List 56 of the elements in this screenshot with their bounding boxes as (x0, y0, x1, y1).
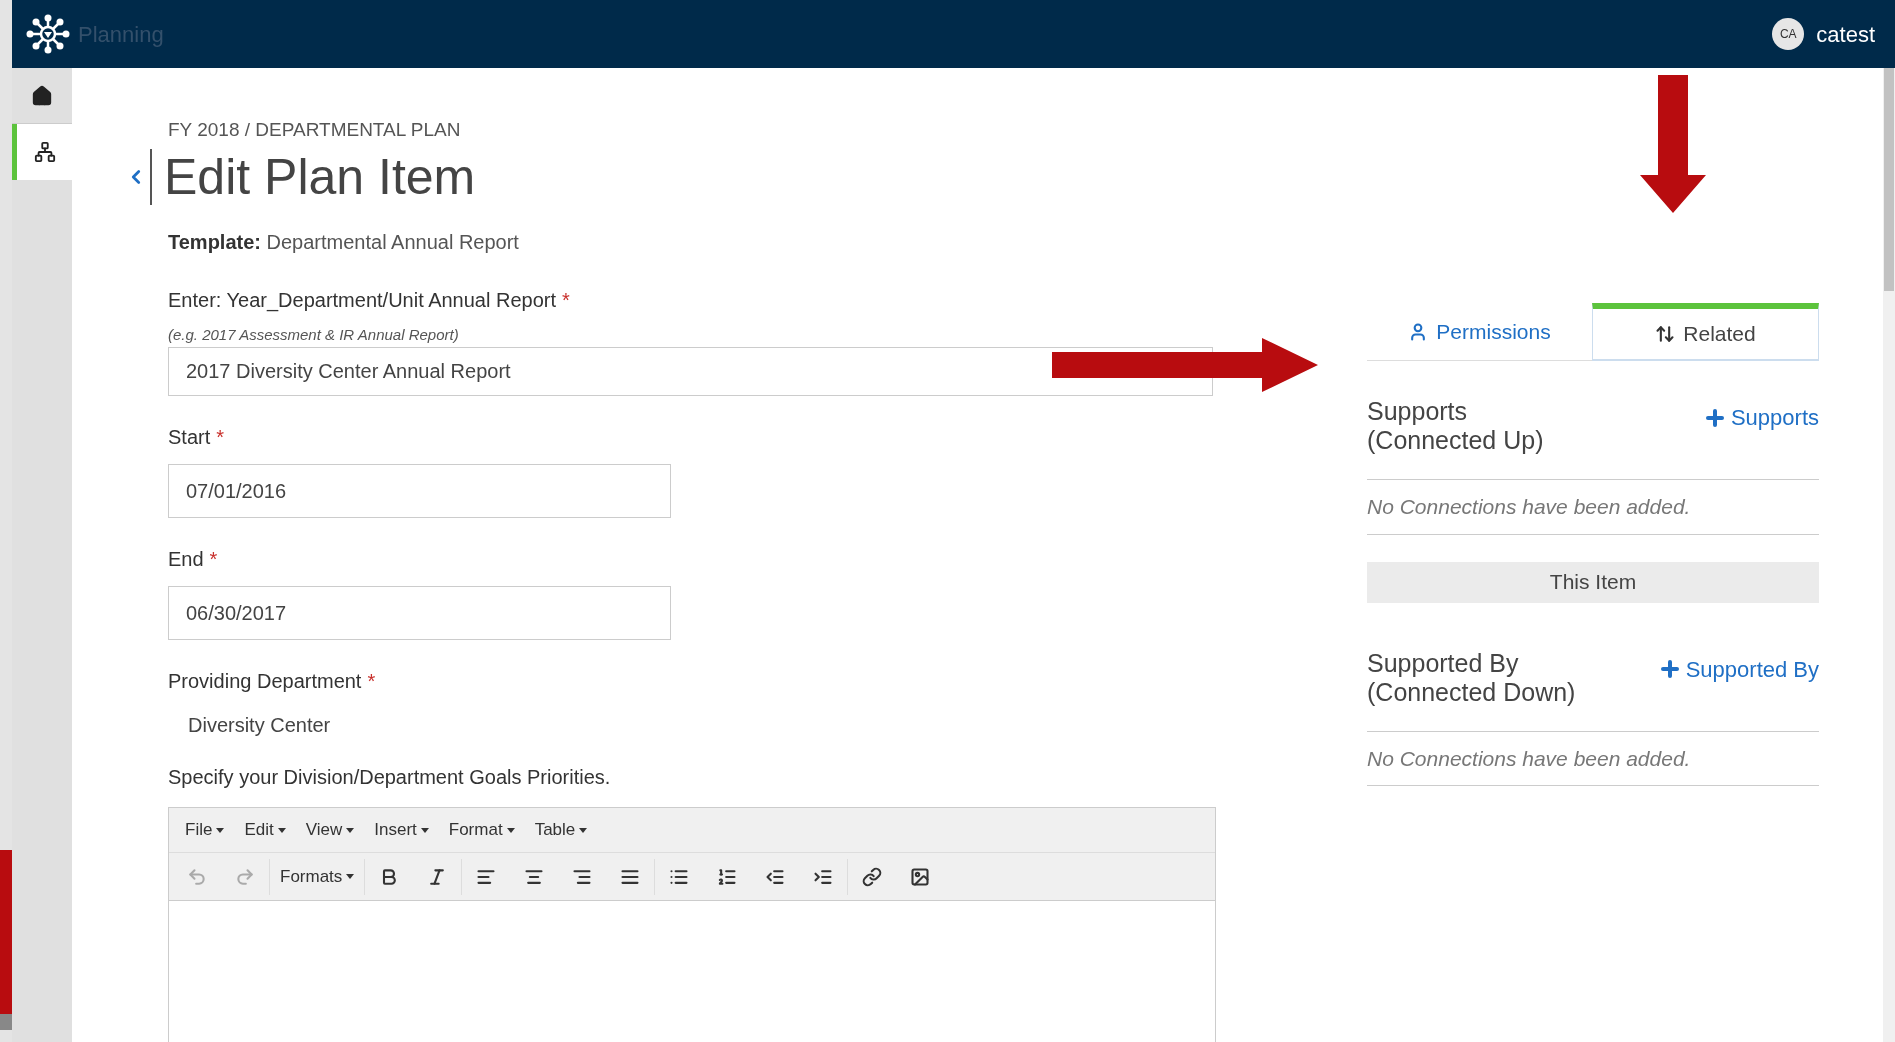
redo-icon (235, 866, 255, 887)
input-field[interactable]: 07/01/2016 (168, 464, 671, 518)
required-mark: * (562, 287, 570, 313)
logo-icon (26, 14, 70, 54)
caret-icon (579, 827, 588, 833)
scrollbar-thumb[interactable] (1884, 68, 1894, 291)
caret-icon (506, 827, 515, 833)
current-item-bar: This Item (1367, 561, 1819, 603)
user-avatar[interactable]: CA (1772, 18, 1805, 50)
page-title: Edit Plan Item (164, 147, 476, 207)
menu-item[interactable]: File (177, 817, 233, 843)
caret-icon (346, 874, 355, 879)
undo-icon (187, 866, 207, 887)
required-mark: * (209, 547, 218, 572)
menu-item[interactable]: View (297, 817, 363, 843)
menu-item[interactable]: Insert (366, 817, 437, 843)
empty-message: No Connections have been added. (1367, 495, 1691, 518)
numbered-list-icon (717, 866, 738, 887)
formats-dropdown[interactable]: Formats (276, 863, 359, 890)
section-subtitle: (Connected Down) (1367, 677, 1576, 707)
menu-item[interactable]: Table (526, 817, 596, 843)
section-subtitle: (Connected Up) (1367, 426, 1544, 455)
editor-label: Specify your Division/Department Goals Priorities. (168, 765, 612, 790)
breadcrumb: FY 2018 / DEPARTMENTAL PLAN (168, 118, 462, 142)
section-title: Supports (1367, 397, 1469, 426)
field-label: Start (168, 425, 211, 450)
field-hint: (e.g. 2017 Assessment & IR Annual Report) (168, 324, 460, 345)
user-name[interactable]: catest (1816, 17, 1875, 51)
field-value: Diversity Center (188, 713, 332, 738)
section-title: Supported By (1367, 648, 1520, 678)
template-text: Template: Departmental Annual Report (168, 229, 520, 255)
sort-arrows-icon (1655, 324, 1676, 344)
caret-icon (346, 827, 355, 833)
field-label: Enter: Year_Department/Unit Annual Report (168, 287, 557, 314)
caret-icon (277, 827, 286, 833)
menu-item[interactable]: Edit (236, 817, 294, 843)
field-label: End (168, 547, 204, 572)
menu-item[interactable]: Format (440, 817, 523, 843)
add-link[interactable]: Supports (1702, 401, 1819, 434)
tab[interactable]: Related (1592, 303, 1819, 361)
empty-message: No Connections have been added. (1367, 746, 1691, 770)
required-mark: * (216, 425, 225, 450)
input-field[interactable]: 2017 Diversity Center Annual Report (168, 347, 1213, 396)
field-label: Providing Department (168, 669, 362, 694)
input-field[interactable]: 06/30/2017 (168, 586, 671, 640)
tab[interactable]: Permissions (1367, 303, 1592, 360)
link-icon (862, 866, 883, 887)
image-icon (910, 866, 931, 887)
sidebar-item[interactable] (12, 124, 72, 180)
caret-icon (216, 827, 225, 833)
home-icon (31, 84, 53, 107)
caret-icon (420, 827, 429, 833)
required-mark: * (367, 669, 376, 694)
add-link[interactable]: Supported By (1657, 652, 1819, 686)
edge-block (0, 1014, 12, 1030)
hierarchy-icon (33, 141, 56, 163)
